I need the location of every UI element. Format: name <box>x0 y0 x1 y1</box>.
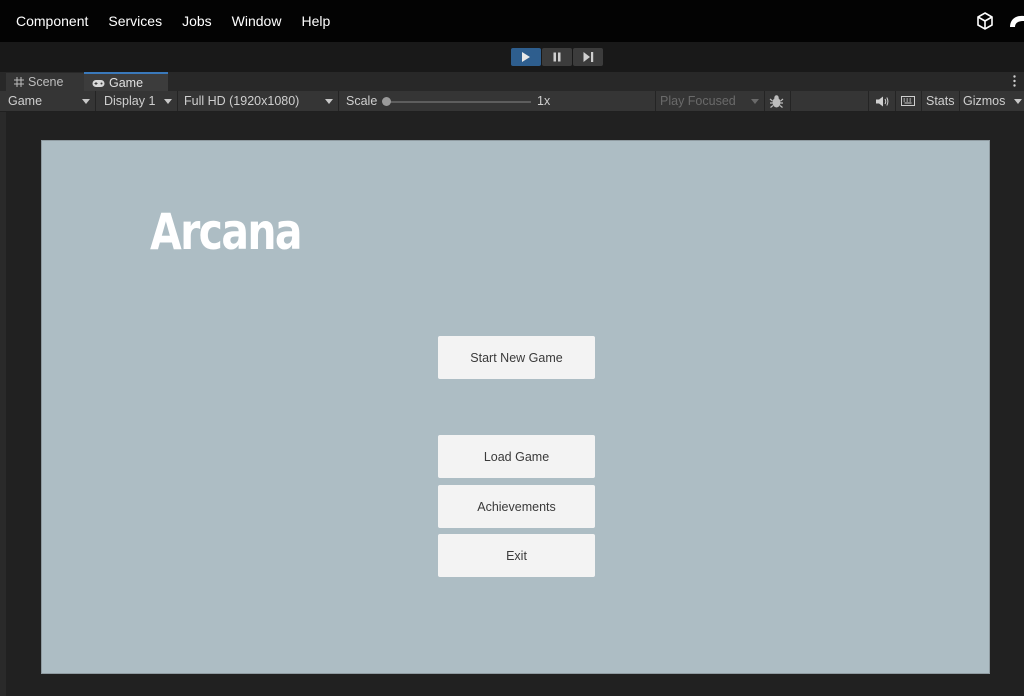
play-mode-value: Play Focused <box>660 94 736 108</box>
menubar-right <box>976 0 1024 42</box>
menu-jobs[interactable]: Jobs <box>182 13 212 29</box>
gizmos-dropdown[interactable]: Gizmos <box>958 91 1024 111</box>
collab-cloud-icon[interactable] <box>1008 13 1024 29</box>
scale-value: 1x <box>529 91 569 111</box>
mute-audio-button[interactable] <box>869 91 895 111</box>
achievements-button[interactable]: Achievements <box>438 485 595 528</box>
resolution-value: Full HD (1920x1080) <box>184 94 300 108</box>
pause-icon <box>553 52 561 62</box>
scale-value-text: 1x <box>537 94 551 108</box>
tab-game[interactable]: Game <box>84 72 168 92</box>
more-options-icon[interactable] <box>1013 75 1016 87</box>
unity-cube-icon[interactable] <box>976 12 994 30</box>
step-button[interactable] <box>573 48 603 66</box>
chevron-down-icon <box>1014 99 1022 104</box>
menu-help[interactable]: Help <box>301 13 330 29</box>
debug-button[interactable] <box>764 91 790 111</box>
chevron-down-icon <box>751 99 759 104</box>
load-game-button[interactable]: Load Game <box>438 435 595 478</box>
keyboard-icon <box>901 96 915 106</box>
pause-button[interactable] <box>542 48 572 66</box>
chevron-down-icon <box>325 99 333 104</box>
game-screen: Arcana Start New Game Load Game Achievem… <box>41 140 990 674</box>
tab-bar: Scene Game <box>0 72 1024 92</box>
menu-services[interactable]: Services <box>108 13 162 29</box>
menu-window[interactable]: Window <box>232 13 282 29</box>
stats-label: Stats <box>926 94 955 108</box>
game-title: Arcana <box>150 203 303 261</box>
bug-icon <box>769 94 784 108</box>
play-controls <box>511 48 604 66</box>
display-dropdown[interactable]: Display 1 <box>96 91 177 111</box>
grid-icon <box>14 77 24 87</box>
stats-button[interactable]: Stats <box>921 91 959 111</box>
chevron-down-icon <box>164 99 172 104</box>
exit-button[interactable]: Exit <box>438 534 595 577</box>
view-mode-value: Game <box>8 94 43 108</box>
gamepad-icon <box>92 79 105 87</box>
menu-bar: Component Services Jobs Window Help <box>0 0 1024 42</box>
scale-label: Scale <box>338 91 382 111</box>
gizmos-label: Gizmos <box>963 94 1006 108</box>
display-value: Display 1 <box>104 94 156 108</box>
step-icon <box>583 52 593 62</box>
main-toolbar <box>0 42 1024 73</box>
speaker-icon <box>876 96 889 106</box>
scale-slider-thumb[interactable] <box>382 97 391 106</box>
tab-scene[interactable]: Scene <box>6 73 94 91</box>
menu-component[interactable]: Component <box>16 13 88 29</box>
scale-slider-track[interactable] <box>386 101 531 103</box>
scale-label-text: Scale <box>346 94 378 108</box>
start-new-game-button[interactable]: Start New Game <box>438 336 595 379</box>
tab-game-label: Game <box>109 76 144 90</box>
shortcuts-button[interactable] <box>895 91 921 111</box>
tab-scene-label: Scene <box>28 75 64 89</box>
view-mode-dropdown[interactable]: Game <box>0 91 95 111</box>
play-icon <box>522 52 530 62</box>
play-mode-dropdown[interactable]: Play Focused <box>652 91 764 111</box>
resolution-dropdown[interactable]: Full HD (1920x1080) <box>176 91 338 111</box>
chevron-down-icon <box>82 99 90 104</box>
play-button[interactable] <box>511 48 541 66</box>
